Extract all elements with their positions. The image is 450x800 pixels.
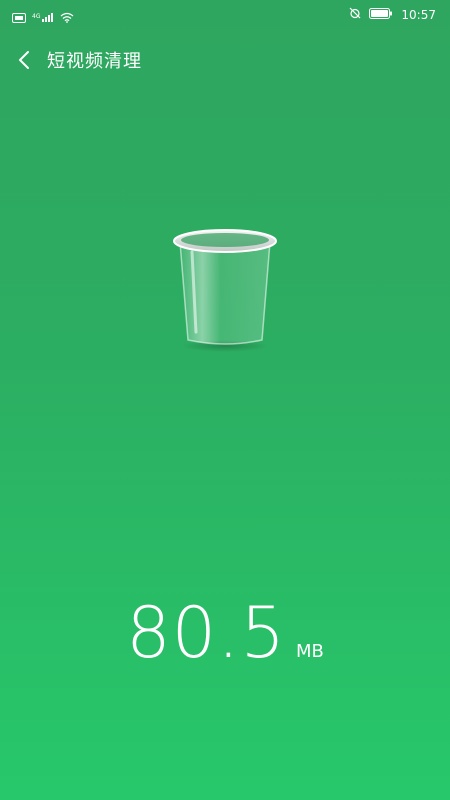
alarm-off-icon	[349, 7, 361, 22]
trash-bin-icon	[166, 222, 284, 354]
svg-text:4G: 4G	[32, 13, 41, 20]
size-value: 80.5	[126, 592, 286, 674]
header: 短视频清理	[0, 42, 450, 82]
chevron-left-icon	[18, 50, 30, 74]
page-title: 短视频清理	[47, 51, 142, 72]
short-video-cleanup-screen: 4G 10:57 短视频清理 80.5 MB	[0, 0, 450, 800]
cleanup-size: 80.5 MB	[0, 592, 450, 674]
back-button[interactable]	[10, 46, 38, 78]
size-unit: MB	[295, 641, 324, 662]
status-bar: 4G 10:57	[0, 0, 450, 30]
status-time: 10:57	[401, 7, 436, 22]
wifi-icon	[60, 8, 74, 27]
battery-icon	[369, 7, 393, 22]
status-right: 10:57	[349, 7, 436, 22]
status-left: 4G	[12, 8, 74, 27]
signal-icon: 4G	[32, 8, 54, 27]
nfc-icon	[12, 8, 26, 27]
